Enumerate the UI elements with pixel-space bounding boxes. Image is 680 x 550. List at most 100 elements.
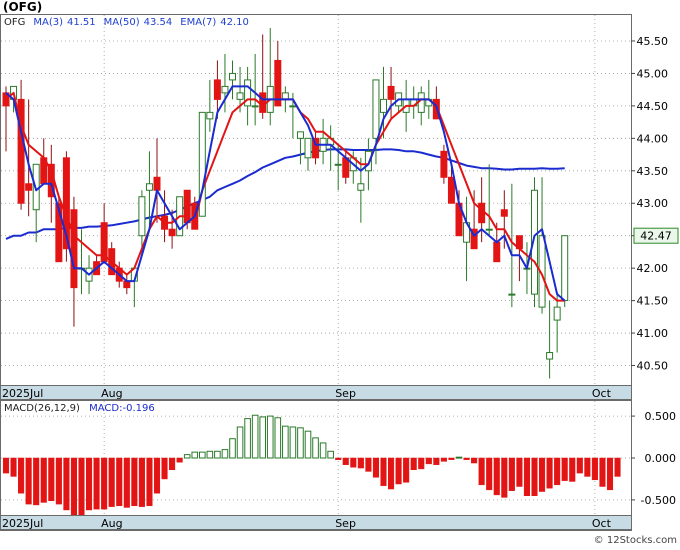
macd-bar <box>455 456 463 459</box>
macd-bar <box>546 457 553 489</box>
macd-bar <box>410 457 417 470</box>
stock-chart: 40.5041.0041.5042.0042.5043.0043.5044.00… <box>0 0 680 546</box>
macd-bar <box>539 457 546 492</box>
macd-bar <box>214 450 221 459</box>
month-label: 2025Jul <box>2 387 43 400</box>
macd-bar <box>176 457 183 463</box>
month-label: Aug <box>101 387 122 400</box>
month-label: Aug <box>101 517 122 530</box>
macd-bar <box>357 457 364 469</box>
candle-body <box>372 79 380 139</box>
candle-body <box>304 137 312 159</box>
candle-body <box>168 228 176 237</box>
macd-bar <box>380 457 387 486</box>
candle-body <box>357 183 365 191</box>
macd-tick-label: 0.500 <box>645 410 677 423</box>
candle-body <box>229 72 236 81</box>
macd-bar <box>319 442 327 459</box>
price-tick-label: 40.50 <box>637 360 669 373</box>
macd-bar <box>266 415 274 459</box>
macd-bar <box>10 457 17 477</box>
legend-item: 41.51 <box>67 17 96 28</box>
candle-body <box>70 209 78 289</box>
price-tick-label: 43.00 <box>637 197 669 210</box>
price-y-axis: 40.5041.0041.5042.0042.5043.0043.5044.00… <box>631 35 668 373</box>
macd-bar <box>388 457 395 490</box>
candle-body <box>500 209 508 217</box>
macd-bar <box>614 457 621 477</box>
macd-bar <box>448 457 455 460</box>
macd-current-value: MACD:-0.196 <box>89 403 155 414</box>
candle-body <box>25 183 33 191</box>
macd-bar <box>236 426 244 459</box>
macd-bar <box>48 457 55 501</box>
macd-bar <box>86 457 93 511</box>
macd-bar <box>25 457 32 505</box>
candle-body <box>508 293 516 296</box>
macd-bar <box>274 417 282 459</box>
macd-bar <box>229 438 236 459</box>
macd-bar <box>554 457 561 486</box>
month-label: Sep <box>335 517 356 530</box>
candle-body <box>251 105 259 108</box>
price-tick-label: 44.50 <box>637 100 669 113</box>
macd-bar <box>501 457 508 498</box>
macd-params: MACD(26,12,9) <box>4 403 80 414</box>
macd-bar <box>365 457 372 472</box>
candle-body <box>380 98 387 113</box>
macd-bar <box>478 457 485 486</box>
candle-body <box>417 92 425 113</box>
month-label: 2025Jul <box>2 517 43 530</box>
macd-bar <box>183 454 191 459</box>
macd-bar <box>493 457 500 496</box>
candle-body <box>440 150 448 178</box>
macd-bar <box>251 414 259 459</box>
macd-x-axis-band <box>0 515 632 530</box>
macd-bar <box>93 457 100 510</box>
price-tick-label: 45.00 <box>637 67 669 80</box>
month-label: Oct <box>592 387 612 400</box>
candle-body <box>447 176 455 204</box>
macd-bar <box>101 457 108 510</box>
macd-bar <box>403 457 410 483</box>
macd-bar <box>599 457 606 487</box>
macd-bar <box>138 457 145 507</box>
macd-bar <box>516 457 523 487</box>
candle-body <box>296 131 304 139</box>
legend-item: 43.54 <box>144 17 173 28</box>
macd-bar <box>289 426 297 459</box>
candle-body <box>493 241 501 263</box>
macd-bar <box>433 457 440 465</box>
macd-tick-label: -0.500 <box>641 494 676 507</box>
legend-item: OFG <box>4 17 25 28</box>
macd-bar <box>78 457 85 523</box>
macd-bar <box>440 457 447 462</box>
macd-bar <box>342 457 349 465</box>
macd-bar <box>508 457 515 491</box>
macd-bar <box>259 416 266 459</box>
macd-bar <box>70 457 78 522</box>
candle-body <box>213 79 221 100</box>
month-label: Sep <box>335 387 356 400</box>
macd-title: MACD(26,12,9) MACD:-0.196 <box>4 403 155 414</box>
macd-bar <box>591 457 598 481</box>
candle-body <box>236 92 244 100</box>
macd-bar <box>18 457 25 494</box>
candle-body <box>153 176 161 191</box>
macd-bar <box>561 457 568 481</box>
macd-bar <box>523 457 531 496</box>
macd-tick-label: 0.000 <box>645 452 677 465</box>
macd-bar <box>153 457 161 494</box>
macd-bar <box>486 457 493 491</box>
price-tick-label: 41.00 <box>637 327 669 340</box>
candle-body <box>478 202 486 224</box>
macd-bar <box>244 418 251 459</box>
macd-bar <box>312 437 319 459</box>
candle <box>561 235 569 308</box>
macd-bar <box>40 457 47 503</box>
candle-body <box>145 183 153 191</box>
macd-bar <box>606 457 614 491</box>
macd-bar <box>569 457 576 482</box>
macd-bar <box>327 450 334 459</box>
macd-bar <box>584 457 591 477</box>
